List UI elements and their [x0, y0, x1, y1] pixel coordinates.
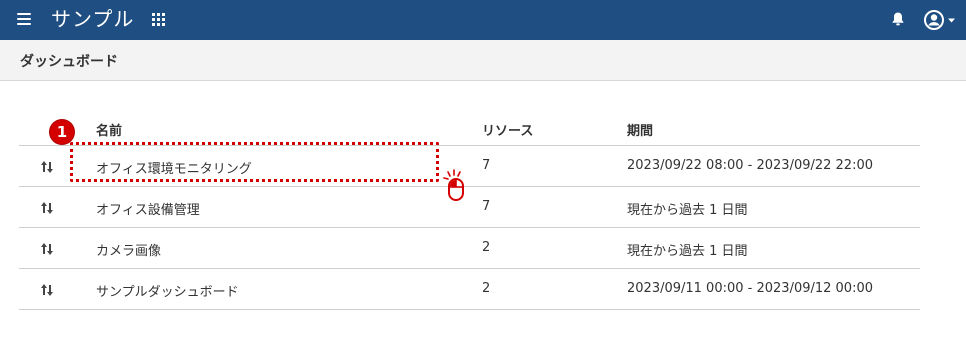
row-name[interactable]: サンプルダッシュボード	[96, 281, 239, 300]
row-name[interactable]: カメラ画像	[96, 240, 161, 259]
table-header: 名前 リソース 期間	[19, 110, 920, 146]
top-navigation-bar: サンプル	[0, 0, 966, 40]
user-account-menu[interactable]	[924, 9, 960, 31]
reorder-arrows-icon[interactable]	[39, 201, 55, 215]
bell-icon[interactable]	[890, 11, 906, 27]
column-header-name[interactable]: 名前	[96, 120, 122, 139]
app-title: サンプル	[51, 7, 135, 31]
row-period: 2023/09/22 08:00 - 2023/09/22 22:00	[627, 158, 874, 173]
account-circle-icon	[924, 10, 955, 30]
row-resources: 2	[482, 281, 491, 296]
step-number-badge: 1	[50, 120, 74, 144]
row-resources: 7	[482, 199, 491, 214]
grid-apps-icon[interactable]	[152, 13, 166, 27]
reorder-arrows-icon[interactable]	[39, 242, 55, 256]
chevron-down-icon	[948, 18, 955, 23]
mouse-click-icon	[443, 169, 464, 201]
reorder-arrows-icon[interactable]	[39, 283, 55, 297]
column-header-period[interactable]: 期間	[627, 120, 653, 139]
row-period: 2023/09/11 00:00 - 2023/09/12 00:00	[627, 281, 874, 296]
page-header: ダッシュボード	[0, 40, 966, 81]
table-row[interactable]: カメラ画像 2 現在から過去 1 日間	[19, 228, 920, 269]
reorder-arrows-icon[interactable]	[39, 160, 55, 174]
table-row[interactable]: サンプルダッシュボード 2 2023/09/11 00:00 - 2023/09…	[19, 269, 920, 310]
column-header-resources[interactable]: リソース	[482, 120, 533, 139]
dashboard-table: 名前 リソース 期間 オフィス環境モニタリング 7 2023/09/22 08:…	[19, 110, 920, 310]
row-period: 現在から過去 1 日間	[627, 244, 748, 259]
step-highlight-box	[70, 142, 439, 182]
page-title: ダッシュボード	[20, 54, 118, 70]
row-name[interactable]: オフィス設備管理	[96, 199, 200, 218]
row-resources: 2	[482, 240, 491, 255]
row-resources: 7	[482, 158, 491, 173]
hamburger-menu-icon[interactable]	[17, 13, 31, 25]
row-period: 現在から過去 1 日間	[627, 203, 748, 218]
